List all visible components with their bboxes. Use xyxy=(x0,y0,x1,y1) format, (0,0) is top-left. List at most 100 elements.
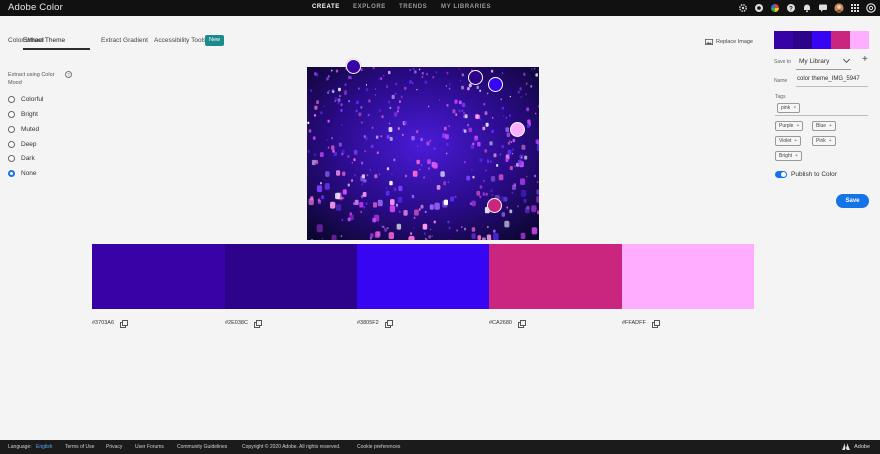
footer-link-privacy[interactable]: Privacy xyxy=(106,444,122,450)
lantern-light xyxy=(426,141,430,146)
radio-button[interactable] xyxy=(8,111,15,118)
tag-label: Blue xyxy=(816,123,827,129)
color-picker-2[interactable] xyxy=(468,70,483,85)
color-picker-3[interactable] xyxy=(488,77,503,92)
add-tag-icon[interactable]: + xyxy=(795,153,798,159)
replace-image-button[interactable]: Replace Image xyxy=(705,39,753,45)
chevron-down-icon[interactable] xyxy=(842,55,851,64)
copy-icon[interactable] xyxy=(517,320,526,328)
adobe-cc-icon[interactable] xyxy=(866,3,876,13)
lantern-light xyxy=(536,196,539,203)
tab-extract-gradient[interactable]: Extract Gradient xyxy=(101,37,148,44)
footer-link-cookies[interactable]: Cookie preferences xyxy=(357,444,400,450)
save-button[interactable]: Save xyxy=(836,194,869,208)
apps-grid-icon[interactable] xyxy=(850,3,860,13)
lantern-light xyxy=(507,149,512,155)
lantern-light xyxy=(521,190,527,197)
copy-icon[interactable] xyxy=(120,320,128,328)
swatch-4[interactable] xyxy=(489,244,622,309)
radio-button[interactable] xyxy=(8,96,15,103)
lantern-light xyxy=(433,220,436,224)
radio-button[interactable] xyxy=(8,155,15,162)
lantern-light xyxy=(372,67,375,70)
publish-toggle[interactable] xyxy=(775,171,787,178)
mood-option-none[interactable]: None xyxy=(8,170,37,177)
mood-option-colorful[interactable]: Colorful xyxy=(8,96,43,103)
suggested-tag[interactable]: Blue + xyxy=(812,121,836,131)
radio-button[interactable] xyxy=(8,126,15,133)
settings-icon[interactable] xyxy=(738,3,748,13)
add-tag-icon[interactable]: + xyxy=(829,138,832,144)
swatch-2[interactable] xyxy=(225,244,357,309)
radio-button[interactable] xyxy=(8,141,15,148)
mood-option-muted[interactable]: Muted xyxy=(8,126,39,133)
tab-extract-theme[interactable]: Extract Theme xyxy=(23,37,65,44)
lantern-light xyxy=(339,95,341,97)
mood-option-dark[interactable]: Dark xyxy=(8,155,35,162)
color-picker-4[interactable] xyxy=(487,198,502,213)
mood-option-bright[interactable]: Bright xyxy=(8,111,38,118)
lantern-light xyxy=(322,238,324,240)
lantern-light xyxy=(389,106,392,109)
lantern-light xyxy=(386,167,390,171)
lantern-light xyxy=(476,190,481,196)
lantern-light xyxy=(427,159,431,165)
lantern-light xyxy=(363,206,366,209)
lantern-light xyxy=(395,204,399,208)
radio-button-selected[interactable] xyxy=(8,170,15,177)
applied-tag[interactable]: pink × xyxy=(777,103,801,113)
lantern-light xyxy=(412,67,415,71)
color-picker-5[interactable] xyxy=(510,122,525,137)
adobe-logo[interactable]: Adobe xyxy=(842,443,870,450)
suggested-tag[interactable]: Purple + xyxy=(775,121,804,131)
lantern-light xyxy=(511,152,514,155)
lantern-light xyxy=(331,234,337,240)
chat-icon[interactable] xyxy=(818,3,828,13)
color-picker-1[interactable] xyxy=(346,59,361,74)
swatch-3[interactable] xyxy=(357,244,489,309)
app-title[interactable]: Adobe Color xyxy=(8,2,63,13)
nav-explore[interactable]: EXPLORE xyxy=(353,4,386,10)
mood-option-deep[interactable]: Deep xyxy=(8,141,37,148)
swatch-5[interactable] xyxy=(622,244,754,309)
suggested-tag[interactable]: Violet + xyxy=(775,136,802,146)
creative-cloud-icon[interactable] xyxy=(754,3,764,13)
copy-icon[interactable] xyxy=(253,320,262,328)
add-tag-icon[interactable]: + xyxy=(796,123,799,129)
help-icon[interactable]: ? xyxy=(65,71,72,78)
lantern-light xyxy=(536,145,539,151)
tab-accessibility-tools[interactable]: Accessibility Tools xyxy=(154,37,206,44)
footer-link-terms[interactable]: Terms of Use xyxy=(65,444,94,450)
lantern-light xyxy=(506,206,508,209)
library-select[interactable]: My Library xyxy=(799,58,829,65)
footer-link-forums[interactable]: User Forums xyxy=(135,444,164,450)
copy-icon[interactable] xyxy=(384,320,393,328)
add-library-icon[interactable]: + xyxy=(862,55,868,65)
lantern-light xyxy=(446,104,449,107)
theme-preview-swatch-3 xyxy=(812,31,831,49)
add-tag-icon[interactable]: + xyxy=(829,123,832,129)
nav-create[interactable]: CREATE xyxy=(312,4,340,10)
remove-tag-icon[interactable]: × xyxy=(793,105,796,111)
nav-trends[interactable]: TRENDS xyxy=(399,4,427,10)
swatch-1[interactable] xyxy=(92,244,225,309)
lantern-light xyxy=(491,129,494,133)
add-tag-icon[interactable]: + xyxy=(794,138,797,144)
suggested-tag[interactable]: Pink + xyxy=(812,136,836,146)
color-wheel-icon[interactable] xyxy=(770,3,780,13)
lantern-light xyxy=(335,192,340,200)
footer-link-guidelines[interactable]: Community Guidelines xyxy=(177,444,227,450)
lantern-light xyxy=(531,227,538,235)
nav-my-libraries[interactable]: MY LIBRARIES xyxy=(441,4,491,10)
language-link[interactable]: English xyxy=(36,444,52,450)
notification-icon[interactable] xyxy=(802,3,812,13)
lantern-light xyxy=(424,210,427,213)
lantern-light xyxy=(319,152,324,157)
theme-name-input[interactable]: color theme_IMG_5947 xyxy=(797,76,860,82)
lantern-light xyxy=(397,196,403,203)
copy-icon[interactable] xyxy=(651,320,660,328)
help-icon[interactable]: ? xyxy=(786,3,796,13)
lantern-light xyxy=(469,202,472,205)
suggested-tag[interactable]: Bright + xyxy=(775,151,802,161)
avatar[interactable] xyxy=(834,3,844,13)
